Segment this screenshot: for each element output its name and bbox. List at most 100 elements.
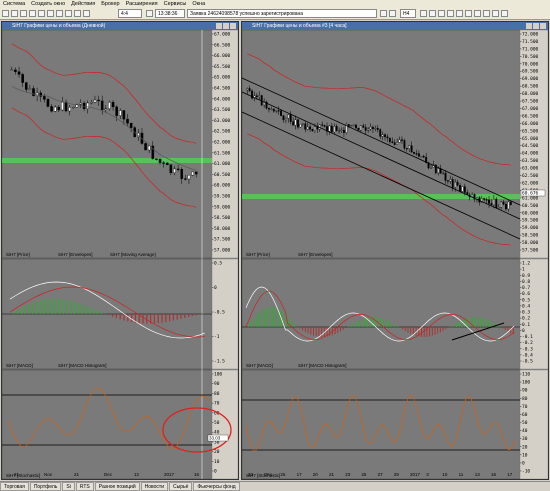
menu-item-broker[interactable]: Брокер [101,0,119,8]
open-icon[interactable] [11,10,18,17]
candle-body [97,99,100,102]
candle-body [289,114,292,122]
y-tick-label: 63.500 [214,107,231,113]
candle-body [53,106,57,112]
table-icon[interactable] [47,10,54,17]
candle-body [350,125,353,128]
y-tick-label: 66.500 [214,42,231,48]
y-tick-label: 0.3 [522,310,530,316]
y-tick-label: 1 [522,267,525,273]
y-tick-label: 71.000 [522,46,539,52]
toolbar: 4:4 13:38:36 Заявка 24624098578 успешно … [0,8,550,20]
zoom-out-icon[interactable] [389,10,396,17]
candle-body [357,127,360,131]
filter-icon[interactable] [74,10,81,17]
y-tick-label: 69.000 [522,76,539,82]
candle-body [311,128,314,131]
candle-body [393,142,396,145]
interval-select[interactable]: H4 [400,9,416,18]
candle-body [313,126,316,131]
bars-icon[interactable] [429,10,436,17]
close-icon[interactable] [230,23,236,29]
print-icon[interactable] [29,10,36,17]
candle-body [386,136,389,139]
candle-body [21,74,24,83]
candle-body [93,99,97,103]
menu-item-services[interactable]: Сервисы [164,0,187,8]
y-tick-label: 0.9 [522,273,530,279]
y-tick-label: 67.500 [522,99,539,105]
legend-entry: SiH7 [MACD Histogram] [58,363,107,368]
candle-body [255,95,258,97]
y-tick-label: 72.000 [522,32,539,38]
chart-icon[interactable] [38,10,45,17]
left-chart-area[interactable]: 67.000 66.500 66.000 65.500 65.000 64.500 64.0… [2,30,238,479]
candle-body [374,127,377,130]
candle-body [180,169,184,179]
candle-body [173,168,176,174]
candle-body [485,199,488,201]
y-tick-label: 0.7 [522,285,530,291]
template-icon[interactable] [492,10,499,17]
window-buttons-left [216,23,236,29]
candle-body [115,106,118,116]
menu-item-create-window[interactable]: Создать окно [31,0,65,8]
close-icon[interactable] [540,23,546,29]
zoom-in-icon[interactable] [380,10,387,17]
save-icon[interactable] [20,10,27,17]
candle-body [381,134,384,137]
candle-body [417,153,420,157]
candle-body [359,125,362,131]
news-icon[interactable] [65,10,72,17]
new-icon[interactable] [2,10,9,17]
field-1[interactable]: 4:4 [118,9,142,18]
minimize-icon[interactable] [526,23,532,29]
x-tick-label: 2017 [164,472,175,477]
candle-body [461,186,464,192]
window-title-text: SiH7 Графики цены и объема #3 [252,23,328,29]
y-tick-label: 63.000 [522,166,539,172]
settings-icon[interactable] [83,10,90,17]
crosshair-icon[interactable] [447,10,454,17]
text-icon[interactable] [465,10,472,17]
y-tick-label: 0.8 [522,279,530,285]
y-tick-label: 67.000 [522,106,539,112]
candle-body [321,124,324,126]
candle-body [367,128,370,131]
maximize-icon[interactable] [223,23,229,29]
line-icon[interactable] [438,10,445,17]
candle-body [79,102,82,105]
candle-body [420,156,423,158]
candle-body [384,134,386,138]
right-chart-area[interactable]: 72.00071.50071.000 70.50070.000 69.50069.0… [242,30,548,479]
candle-body [454,181,457,188]
draw-line-icon[interactable] [456,10,463,17]
candle-body [505,204,507,210]
maximize-icon[interactable] [533,23,539,29]
menu-item-windows[interactable]: Окна [192,0,205,8]
minimize-icon[interactable] [216,23,222,29]
y-tick-label: 0.4 [522,303,530,309]
help-icon[interactable] [501,10,508,17]
order-icon[interactable] [56,10,63,17]
x-tick-label: 25 [361,472,367,477]
menu-item-system[interactable]: Система [3,0,25,8]
delete-icon[interactable] [474,10,481,17]
candle-body [43,96,46,100]
menu-item-actions[interactable]: Действия [71,0,95,8]
y-tick-label: 0 [214,469,217,475]
y-tick-label: 50 [522,420,528,426]
candle-body [24,82,28,90]
candle-body [459,184,461,192]
candle-body [287,114,290,119]
candle-body [277,110,280,112]
indicators-icon[interactable] [483,10,490,17]
candle-body [129,123,133,128]
candle-body [169,164,173,174]
x-tick-label: 21 [14,472,20,477]
y-tick-label: 68.000 [522,91,539,97]
menu-item-extensions[interactable]: Расширения [126,0,158,8]
candle-body [61,101,64,111]
y-tick-label: 80 [214,391,220,397]
candles-icon[interactable] [420,10,427,17]
